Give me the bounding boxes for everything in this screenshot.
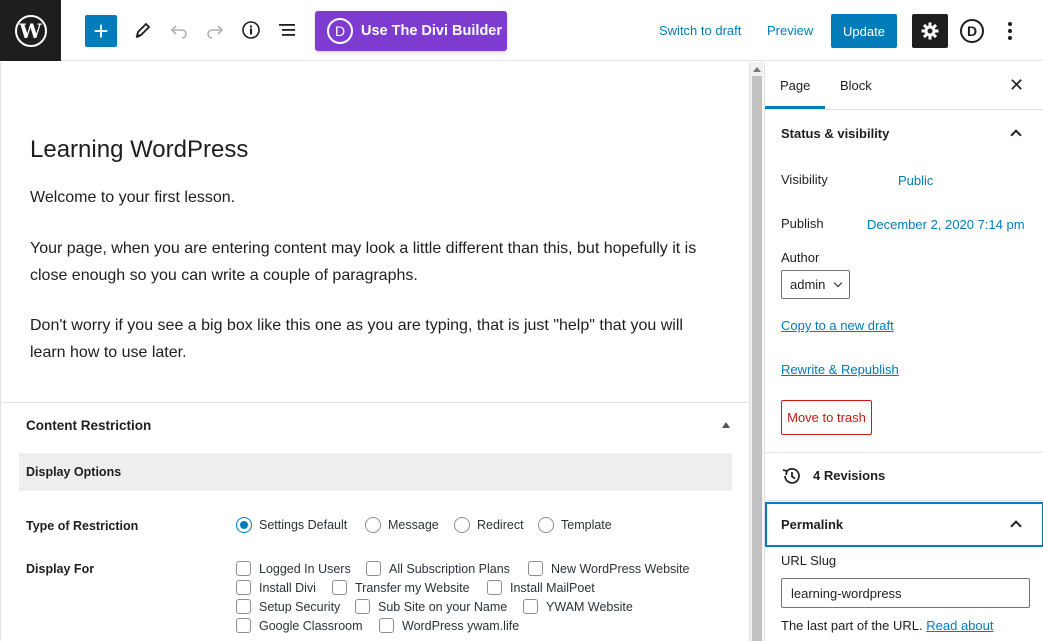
paragraph-block[interactable]: Welcome to your first lesson. [30, 184, 720, 211]
wordpress-logo-icon[interactable]: W [0, 0, 61, 61]
checkbox-google-classroom[interactable]: Google Classroom [236, 618, 363, 633]
close-icon[interactable]: ✕ [1009, 76, 1024, 94]
redo-icon[interactable] [199, 14, 231, 46]
paragraph-block[interactable]: Don't worry if you see a big box like th… [30, 312, 720, 366]
top-toolbar: W + D Use The Divi Builder Switch to dra… [0, 0, 1043, 61]
divi-builder-button[interactable]: D Use The Divi Builder [315, 11, 507, 51]
scroll-up-icon[interactable] [753, 67, 761, 72]
undo-icon[interactable] [163, 14, 195, 46]
revisions-history-icon [781, 466, 803, 486]
paragraph-block[interactable]: Your page, when you are entering content… [30, 235, 720, 289]
tab-block[interactable]: Block [840, 78, 872, 93]
radio-redirect[interactable]: Redirect [454, 517, 524, 533]
radio-settings-default[interactable]: Settings Default [236, 517, 347, 533]
more-options-icon[interactable] [1000, 18, 1020, 44]
move-to-trash-button[interactable]: Move to trash [781, 400, 872, 435]
visibility-label: Visibility [781, 172, 828, 187]
info-icon[interactable] [235, 14, 267, 46]
url-help-text: The last part of the URL. Read about [781, 618, 994, 633]
permalink-title: Permalink [781, 517, 844, 532]
radio-template[interactable]: Template [538, 517, 612, 533]
divi-builder-label: Use The Divi Builder [361, 23, 503, 39]
active-tab-indicator [765, 106, 825, 109]
update-button[interactable]: Update [831, 14, 897, 48]
divider [765, 452, 1043, 453]
switch-to-draft-button[interactable]: Switch to draft [659, 23, 741, 38]
settings-gear-icon[interactable] [912, 14, 948, 48]
checkbox-new-wordpress-website[interactable]: New WordPress Website [528, 561, 689, 576]
checkbox-sub-site-on-your-name[interactable]: Sub Site on your Name [355, 599, 507, 614]
editor-scrollbar[interactable] [749, 62, 763, 641]
status-visibility-panel-title[interactable]: Status & visibility [781, 126, 889, 141]
list-view-icon[interactable] [271, 14, 303, 46]
display-for-label: Display For [26, 562, 95, 576]
read-about-link[interactable]: Read about [926, 618, 993, 633]
url-slug-label: URL Slug [781, 553, 837, 568]
metabox-toggle-icon[interactable] [722, 422, 730, 428]
checkbox-setup-security[interactable]: Setup Security [236, 599, 340, 614]
checkbox-transfer-my-website[interactable]: Transfer my Website [332, 580, 470, 595]
checkbox-wordpress-ywam-life[interactable]: WordPress ywam.life [379, 618, 519, 633]
post-title[interactable]: Learning WordPress [30, 136, 248, 164]
url-slug-input[interactable]: learning-wordpress [781, 578, 1030, 608]
revisions-link[interactable]: 4 Revisions [813, 468, 885, 483]
author-label: Author [781, 250, 820, 265]
rewrite-republish-link[interactable]: Rewrite & Republish [781, 362, 899, 377]
edit-tools-icon[interactable] [127, 14, 159, 46]
content-restriction-metabox: Content Restriction Display Options Type… [2, 402, 748, 641]
radio-message[interactable]: Message [365, 517, 439, 533]
visibility-value[interactable]: Public [898, 173, 933, 188]
divi-menu-icon[interactable]: D [960, 19, 984, 43]
permalink-panel-header[interactable]: Permalink [765, 502, 1043, 547]
content-restriction-title: Content Restriction [26, 418, 152, 433]
divider [765, 500, 1043, 501]
scrollbar-thumb[interactable] [752, 76, 762, 641]
editor-canvas: Learning WordPress Welcome to your first… [0, 62, 748, 641]
divi-logo-icon: D [327, 18, 353, 44]
settings-sidebar: Page Block ✕ Status & visibility Visibil… [764, 62, 1043, 641]
chevron-up-icon[interactable] [1010, 129, 1022, 141]
publish-label: Publish [781, 216, 824, 231]
checkbox-install-divi[interactable]: Install Divi [236, 580, 316, 595]
checkbox-ywam-website[interactable]: YWAM Website [523, 599, 633, 614]
author-select[interactable]: admin [781, 270, 850, 299]
preview-button[interactable]: Preview [767, 23, 813, 38]
sidebar-tabs: Page Block ✕ [765, 62, 1043, 110]
checkbox-logged-in-users[interactable]: Logged In Users [236, 561, 351, 576]
copy-to-new-draft-link[interactable]: Copy to a new draft [781, 318, 894, 333]
chevron-down-icon [834, 278, 843, 288]
tab-page[interactable]: Page [780, 78, 810, 93]
chevron-up-icon[interactable] [1010, 520, 1022, 532]
checkbox-all-subscription-plans[interactable]: All Subscription Plans [366, 561, 510, 576]
type-of-restriction-label: Type of Restriction [26, 519, 139, 533]
display-options-header: Display Options [19, 453, 732, 491]
publish-date-value[interactable]: December 2, 2020 7:14 pm [867, 217, 1025, 232]
checkbox-install-mailpoet[interactable]: Install MailPoet [487, 580, 595, 595]
add-block-button[interactable]: + [85, 15, 117, 47]
